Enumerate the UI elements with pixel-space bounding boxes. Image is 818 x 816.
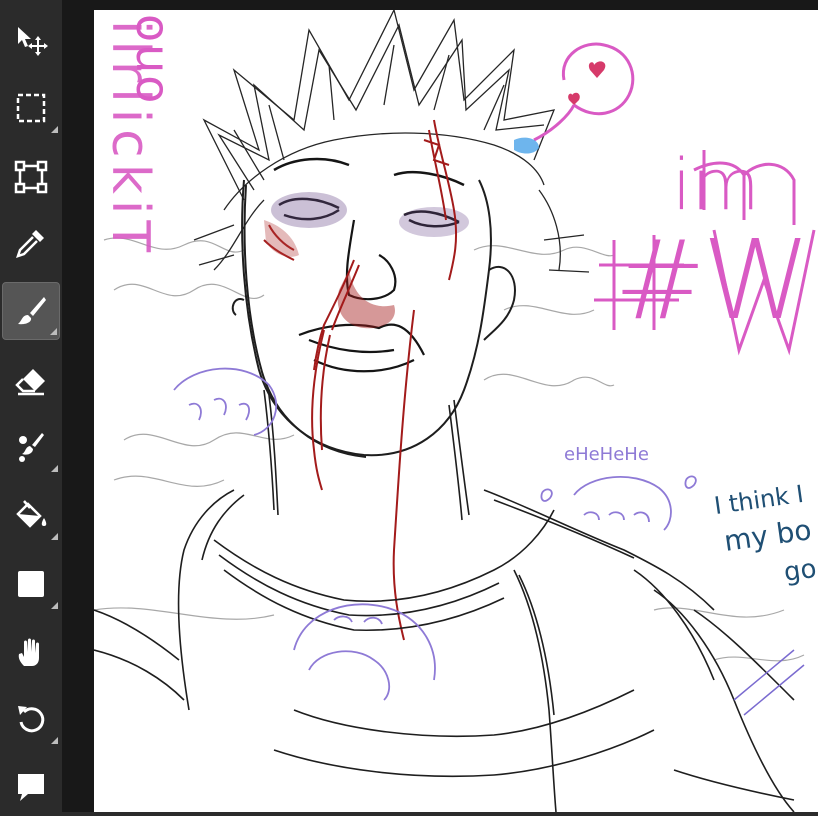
speech-bubble-icon bbox=[18, 774, 44, 801]
lavender-laugh-text: eHeHeHe bbox=[564, 444, 649, 465]
transform-box-icon bbox=[14, 160, 48, 194]
hand-icon bbox=[18, 638, 39, 666]
hand-tool[interactable] bbox=[2, 624, 60, 682]
canvas-top-margin bbox=[94, 0, 818, 10]
eyedropper-tool[interactable] bbox=[2, 214, 60, 272]
eyedropper-icon bbox=[16, 230, 44, 258]
heart-doodle-1 bbox=[588, 61, 606, 78]
submenu-indicator bbox=[51, 126, 58, 133]
undo-tool[interactable] bbox=[2, 690, 60, 748]
paintbrush-icon bbox=[18, 297, 46, 325]
smudge-brushes-icon bbox=[19, 433, 44, 462]
dashed-rect-select-icon bbox=[16, 93, 46, 123]
pink-text-im: im bbox=[672, 144, 760, 226]
eraser-tool[interactable] bbox=[2, 352, 60, 410]
lavender-doodles bbox=[173, 367, 697, 701]
paint-bucket-icon bbox=[16, 500, 47, 528]
submenu-indicator bbox=[50, 328, 57, 335]
submenu-indicator bbox=[51, 533, 58, 540]
left-bruise bbox=[271, 192, 347, 228]
pink-text-hashtag: #W bbox=[614, 216, 811, 344]
drawing-canvas[interactable]: ouo ilrlickiT im #W eHeHeHe I think I my… bbox=[94, 10, 818, 812]
brush-tool[interactable] bbox=[2, 282, 60, 340]
submenu-indicator bbox=[51, 602, 58, 609]
vertical-text-left: ilrlickiT bbox=[100, 20, 160, 259]
move-tool[interactable] bbox=[2, 12, 60, 70]
sketch-artwork bbox=[94, 10, 816, 812]
heart-doodle-2 bbox=[568, 92, 580, 105]
canvas-gutter bbox=[62, 0, 94, 812]
submenu-indicator bbox=[51, 465, 58, 472]
tool-panel bbox=[0, 0, 62, 812]
teal-text-line-3: go bbox=[782, 553, 818, 589]
eraser-icon bbox=[15, 369, 45, 396]
comment-tool[interactable] bbox=[2, 758, 60, 816]
fill-tool[interactable] bbox=[2, 486, 60, 544]
marquee-select-tool[interactable] bbox=[2, 79, 60, 137]
rectangle-shape-icon bbox=[18, 571, 44, 597]
transform-tool[interactable] bbox=[2, 148, 60, 206]
smudge-tool[interactable] bbox=[2, 418, 60, 476]
undo-icon bbox=[18, 706, 45, 733]
submenu-indicator bbox=[51, 737, 58, 744]
neck-and-shirt bbox=[94, 389, 795, 812]
right-bruise bbox=[399, 207, 469, 237]
purple-lines bbox=[733, 649, 805, 716]
shape-tool[interactable] bbox=[2, 555, 60, 613]
move-arrow-icon bbox=[18, 27, 48, 56]
